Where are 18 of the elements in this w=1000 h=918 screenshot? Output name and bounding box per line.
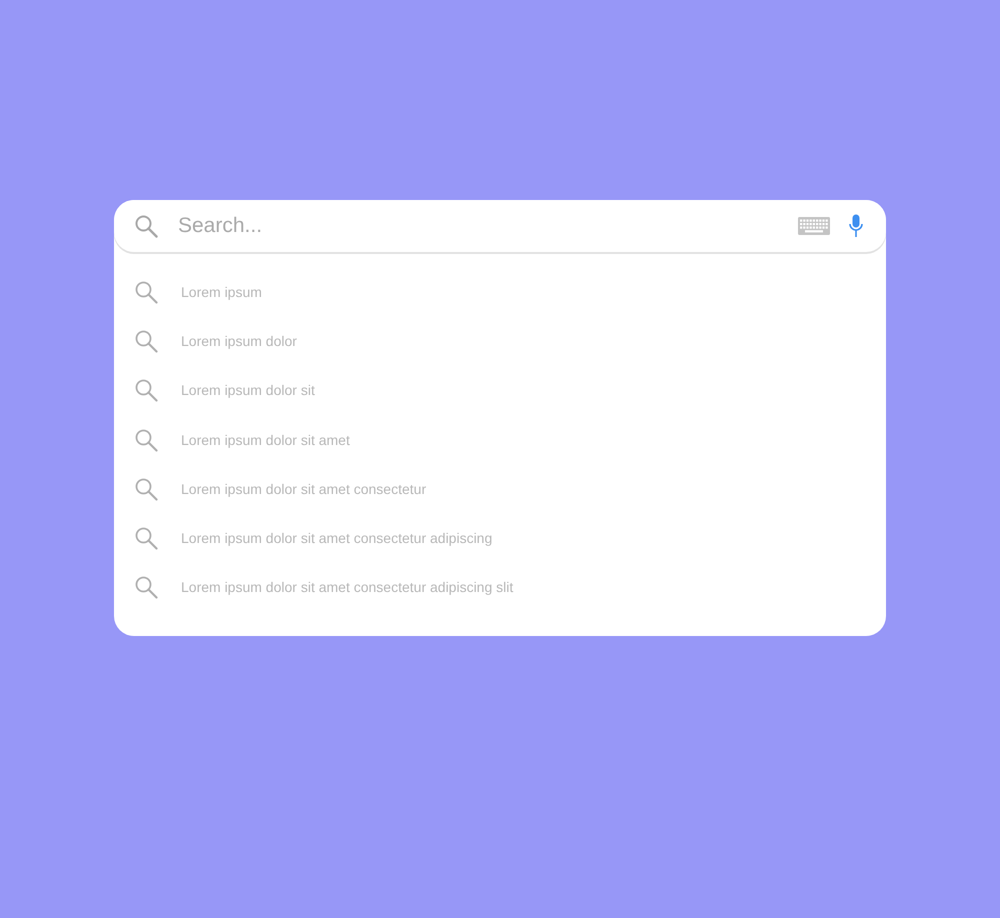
suggestion-item[interactable]: Lorem ipsum dolor sit <box>114 366 315 415</box>
search-icon <box>134 280 158 304</box>
suggestion-item[interactable]: Lorem ipsum dolor sit amet consectetur <box>114 464 426 514</box>
suggestion-item[interactable]: Lorem ipsum <box>114 267 262 316</box>
search-icon <box>134 526 158 550</box>
search-icon <box>134 428 158 452</box>
search-icon <box>134 476 158 501</box>
search-icon <box>134 378 158 402</box>
microphone-icon[interactable] <box>848 214 864 238</box>
keyboard-icon[interactable] <box>798 217 830 235</box>
search-icon <box>134 575 158 600</box>
search-icon <box>134 328 158 353</box>
suggestion-item[interactable]: Lorem ipsum dolor sit amet <box>114 414 350 464</box>
search-icon <box>134 214 158 238</box>
suggestion-item[interactable]: Lorem ipsum dolor <box>114 316 297 366</box>
search-field[interactable]: Search... <box>178 214 798 238</box>
suggestion-item[interactable]: Lorem ipsum dolor sit amet consectetur adipiscing slit <box>114 562 514 612</box>
suggestion-item[interactable]: Lorem ipsum dolor sit amet consectetur adipiscing <box>114 513 492 563</box>
